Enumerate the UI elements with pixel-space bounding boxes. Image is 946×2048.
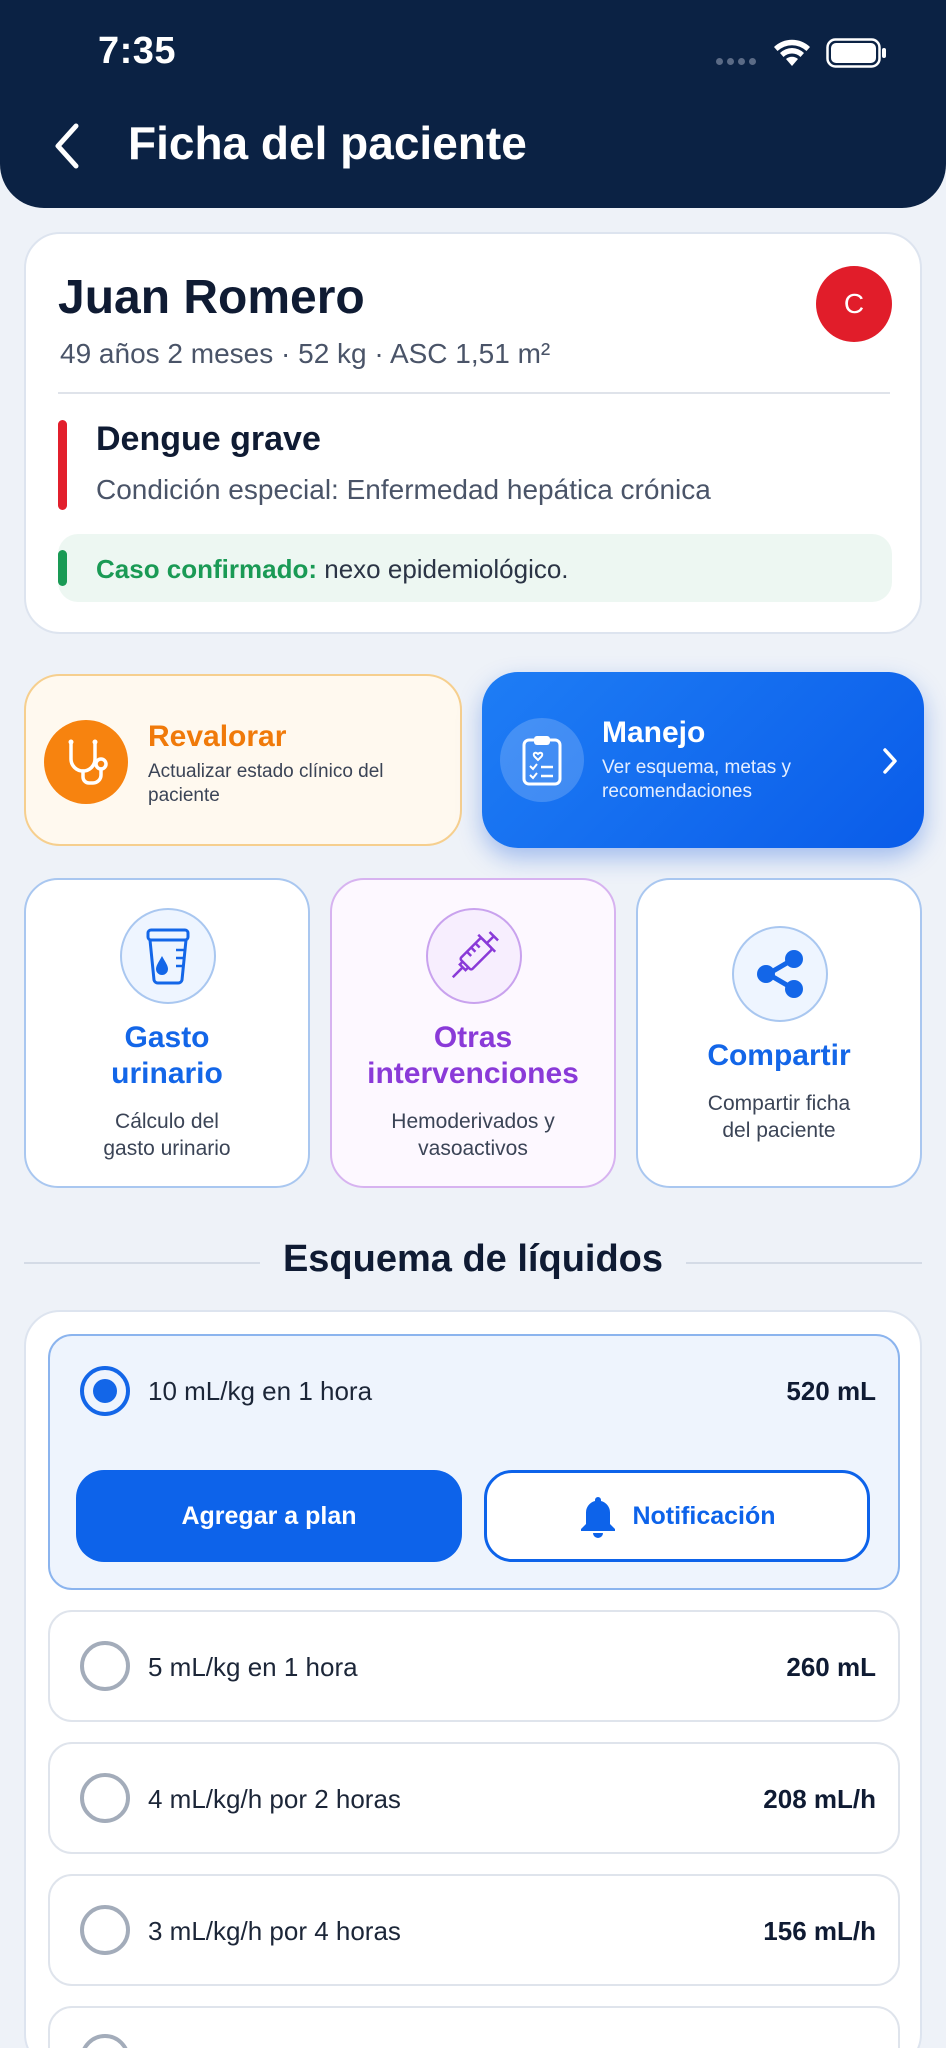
tool-sub-line: gasto urinario — [103, 1137, 231, 1160]
back-chevron-icon[interactable] — [50, 122, 82, 170]
fluid-option-value: 520 mL — [786, 1376, 876, 1406]
fluid-option-label: 10 mL/kg en 1 hora — [148, 1376, 373, 1406]
tool-sub-line: Cálculo del — [115, 1110, 219, 1133]
clipboard-icon — [500, 718, 584, 802]
fluid-option-value: 208 mL/h — [763, 1784, 876, 1814]
confirmation-indicator — [58, 550, 67, 586]
otras-intervenciones-title: Otras intervenciones — [332, 1020, 614, 1092]
confirmation-box: Caso confirmado: nexo epidemiológico. — [58, 534, 892, 602]
tool-sub-line: del paciente — [722, 1119, 836, 1142]
status-time: 7:35 — [98, 30, 177, 72]
revalorar-button[interactable]: Revalorar Actualizar estado clínico del … — [24, 674, 462, 846]
fluid-option-value: 156 mL/h — [763, 1916, 876, 1946]
bell-icon — [581, 1497, 616, 1538]
gasto-urinario-subtitle: Cálculo del gasto urinario — [26, 1108, 308, 1162]
severity-avatar: C — [816, 266, 892, 342]
compartir-button[interactable]: Compartir Compartir ficha del paciente — [636, 878, 922, 1188]
special-condition: Condición especial: Enfermedad hepática … — [96, 474, 711, 505]
gasto-urinario-title: Gasto urinario — [26, 1020, 308, 1092]
compartir-subtitle: Compartir ficha del paciente — [638, 1090, 920, 1144]
fluid-scheme-panel: 10 mL/kg en 1 hora 520 mL Agregar a plan… — [24, 1310, 922, 2048]
tool-title-line: urinario — [111, 1057, 223, 1090]
fluid-option-label: 3 mL/kg/h por 4 horas — [148, 1916, 401, 1946]
fluid-option[interactable]: 5 mL/kg en 1 hora 260 mL — [48, 1610, 900, 1722]
diagnosis-title: Dengue grave — [96, 420, 321, 458]
radio-unselected[interactable] — [80, 1773, 130, 1823]
tool-title-line: Gasto — [124, 1021, 210, 1054]
tool-sub-line: vasoactivos — [418, 1137, 528, 1160]
stethoscope-icon — [44, 720, 128, 804]
fluid-option-value: 260 mL — [786, 1652, 876, 1682]
radio-unselected[interactable] — [80, 1641, 130, 1691]
notification-button[interactable]: Notificación — [484, 1470, 870, 1562]
confirmation-detail: nexo epidemiológico. — [317, 554, 569, 584]
signal-icon — [716, 58, 756, 65]
fluid-option-label: 4 mL/kg/h por 2 horas — [148, 1784, 401, 1814]
fluid-option[interactable]: 3 mL/kg/h por 4 horas 156 mL/h — [48, 1874, 900, 1986]
radio-selected[interactable] — [80, 1366, 130, 1416]
chevron-right-icon — [883, 748, 897, 774]
fluid-option[interactable]: 10 mL/kg en 1 hora 520 mL Agregar a plan… — [48, 1334, 900, 1590]
notification-label: Notificación — [632, 1501, 776, 1530]
patient-meta: 49 años 2 meses · 52 kg · ASC 1,51 m² — [60, 338, 551, 369]
fluid-option[interactable]: 4 mL/kg/h por 2 horas 208 mL/h — [48, 1742, 900, 1854]
revalorar-subtitle: Actualizar estado clínico del paciente — [148, 761, 384, 806]
otras-intervenciones-subtitle: Hemoderivados y vasoactivos — [332, 1108, 614, 1162]
fluid-section-title: Esquema de líquidos — [282, 1238, 664, 1280]
radio-unselected[interactable] — [80, 1905, 130, 1955]
patient-card: Juan Romero 49 años 2 meses · 52 kg · AS… — [24, 232, 922, 634]
compartir-title: Compartir — [707, 1039, 851, 1072]
page-title: Ficha del paciente — [128, 117, 527, 169]
wifi-icon — [774, 39, 810, 66]
otras-intervenciones-button[interactable]: Otras intervenciones Hemoderivados y vas… — [330, 878, 616, 1188]
urine-cup-icon — [120, 908, 216, 1004]
tool-sub-line: Hemoderivados y — [391, 1110, 555, 1133]
app-header: 7:35 Ficha del paciente — [0, 0, 946, 208]
share-icon — [732, 926, 828, 1022]
tool-title-line: intervenciones — [367, 1057, 579, 1090]
manejo-title: Manejo — [602, 716, 706, 749]
add-to-plan-button[interactable]: Agregar a plan — [76, 1470, 462, 1562]
tool-sub-line: Compartir ficha — [707, 1092, 851, 1115]
confirmation-label: Caso confirmado: — [96, 554, 318, 584]
divider — [58, 392, 890, 394]
syringe-icon — [426, 908, 522, 1004]
fluid-option-label: 5 mL/kg en 1 hora — [148, 1652, 358, 1682]
manejo-subtitle: Ver esquema, metas y recomendaciones — [602, 757, 792, 802]
radio-unselected[interactable] — [80, 2034, 130, 2048]
diagnosis-indicator — [58, 420, 67, 510]
manejo-button[interactable]: Manejo Ver esquema, metas y recomendacio… — [482, 672, 924, 848]
gasto-urinario-button[interactable]: Gasto urinario Cálculo del gasto urinari… — [24, 878, 310, 1188]
tool-title-line: Otras — [433, 1021, 513, 1054]
fluid-option[interactable] — [48, 2006, 900, 2048]
confirmation-text: Caso confirmado: nexo epidemiológico. — [96, 554, 569, 585]
battery-icon — [826, 38, 886, 68]
patient-name: Juan Romero — [58, 271, 365, 324]
revalorar-title: Revalorar — [148, 720, 287, 753]
